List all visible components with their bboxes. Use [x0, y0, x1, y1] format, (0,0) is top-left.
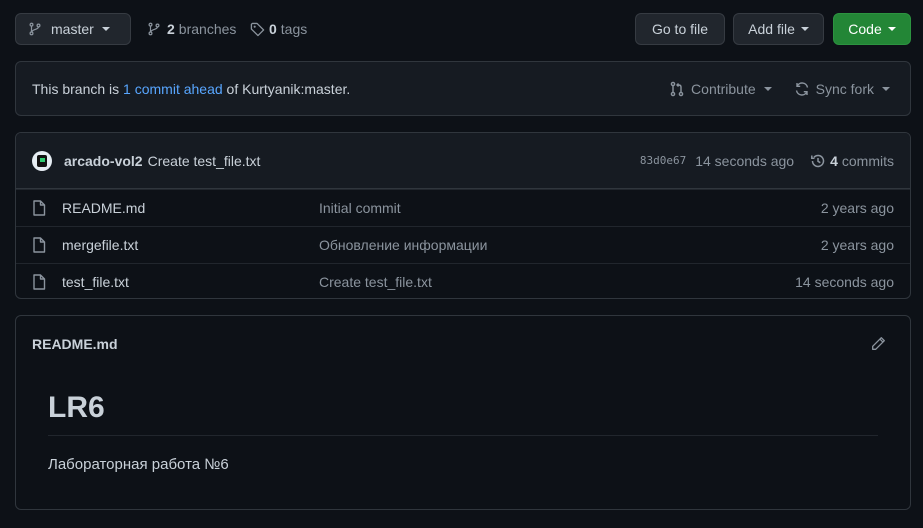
readme-paragraph: Лабораторная работа №6 — [48, 456, 229, 473]
contribute-icon — [669, 81, 691, 97]
file-row[interactable]: README.md Initial commit 2 years ago — [16, 189, 910, 226]
sync-fork-button[interactable]: Sync fork — [794, 81, 890, 97]
file-commit-message[interactable]: Initial commit — [319, 200, 401, 216]
file-age: 2 years ago — [820, 200, 894, 216]
branches-label: branches — [178, 21, 237, 37]
file-icon — [32, 274, 46, 290]
commit-sha[interactable]: 83d0e67 — [640, 154, 686, 167]
pencil-icon[interactable] — [871, 336, 886, 354]
branches-count: 2 — [167, 21, 175, 37]
history-icon — [810, 153, 826, 169]
go-to-file-label: Go to file — [651, 21, 709, 37]
readme-heading: LR6 — [48, 391, 878, 436]
tags-link[interactable]: 0 tags — [250, 13, 307, 45]
file-icon — [32, 237, 46, 253]
branches-link[interactable]: 2 branches — [147, 13, 236, 45]
file-row[interactable]: mergefile.txt Обновление информации 2 ye… — [16, 226, 910, 263]
tags-count: 0 — [269, 21, 277, 37]
chevron-down-icon — [800, 27, 809, 31]
go-to-file-button[interactable]: Go to file — [635, 13, 725, 45]
tag-icon — [250, 22, 265, 37]
readme-content: LR6 Лабораторная работа №6 — [16, 371, 910, 473]
commit-meta: 83d0e67 14 seconds ago 4 commits — [640, 133, 894, 188]
contribute-button[interactable]: Contribute — [669, 81, 772, 97]
code-button[interactable]: Code — [833, 13, 911, 45]
branch-icon — [28, 22, 42, 36]
commit-author[interactable]: arcado-vol2 — [64, 153, 143, 169]
commits-label: commits — [841, 152, 894, 169]
file-age: 14 seconds ago — [795, 274, 894, 290]
file-name[interactable]: README.md — [62, 200, 319, 216]
branch-icon — [147, 22, 161, 36]
sync-icon — [794, 81, 816, 97]
commit-age: 14 seconds ago — [695, 152, 795, 169]
avatar[interactable] — [32, 150, 52, 171]
banner-actions: Contribute Sync fork — [669, 62, 890, 115]
chevron-down-icon — [101, 27, 110, 31]
file-commit-message[interactable]: Обновление информации — [319, 237, 487, 253]
ahead-text: This branch is 1 commit ahead of Kurtyan… — [32, 81, 350, 97]
contribute-label: Contribute — [691, 80, 756, 97]
commits-count: 4 — [830, 152, 838, 169]
file-name[interactable]: test_file.txt — [62, 274, 319, 290]
file-commit-message[interactable]: Create test_file.txt — [319, 274, 432, 290]
file-name[interactable]: mergefile.txt — [62, 237, 319, 253]
chevron-down-icon — [763, 86, 772, 91]
commit-message[interactable]: Create test_file.txt — [148, 153, 261, 169]
file-icon — [32, 200, 46, 216]
readme-header: README.md — [16, 316, 910, 371]
commits-history-link[interactable]: 4 commits — [810, 153, 894, 169]
code-label: Code — [848, 21, 882, 37]
file-row[interactable]: test_file.txt Create test_file.txt 14 se… — [16, 263, 910, 298]
chevron-down-icon — [882, 86, 890, 91]
branch-selector-button[interactable]: master — [15, 13, 131, 45]
ahead-suffix: of Kurtyanik:master. — [222, 80, 351, 97]
tags-label: tags — [280, 21, 308, 37]
chevron-down-icon — [887, 27, 896, 31]
file-browser: arcado-vol2 Create test_file.txt 83d0e67… — [15, 132, 911, 299]
add-file-label: Add file — [748, 21, 795, 37]
readme-panel: README.md LR6 Лабораторная работа №6 — [15, 315, 911, 510]
add-file-button[interactable]: Add file — [733, 13, 824, 45]
commits-ahead-link[interactable]: 1 commit ahead — [123, 81, 223, 97]
readme-filename[interactable]: README.md — [32, 336, 118, 352]
ahead-prefix: This branch is — [32, 80, 124, 97]
latest-commit-bar: arcado-vol2 Create test_file.txt 83d0e67… — [16, 133, 910, 189]
file-age: 2 years ago — [820, 237, 894, 253]
branch-ahead-banner: This branch is 1 commit ahead of Kurtyan… — [15, 61, 911, 116]
repo-toolbar: master 2 branches 0 tags Go to file Add … — [15, 13, 911, 45]
branch-name: master — [51, 21, 94, 37]
sync-fork-label: Sync fork — [815, 80, 874, 97]
